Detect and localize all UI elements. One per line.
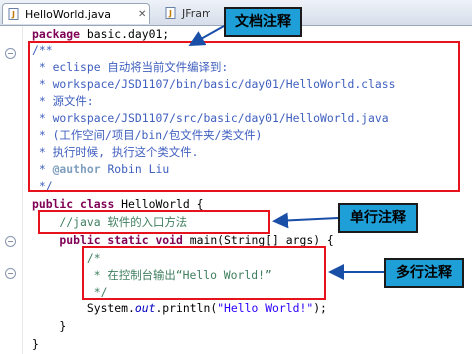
java-file-icon: J	[165, 7, 176, 19]
tab-helloworld-java[interactable]: J HelloWorld.java ✕	[2, 3, 150, 24]
single-line-highlight-box	[38, 210, 270, 234]
method-close-brace: }	[32, 319, 67, 333]
svg-text:J: J	[11, 10, 15, 19]
multi-line-comment-callout: 多行注释	[384, 258, 464, 288]
single-line-comment-callout: 单行注释	[338, 203, 418, 233]
class-close-brace: }	[32, 337, 39, 351]
tab-label: HelloWorld.java	[25, 8, 111, 21]
multi-line-highlight-box	[82, 246, 326, 300]
svg-text:J: J	[168, 9, 172, 18]
tab-jframehe[interactable]: J JFrameHe	[160, 3, 210, 24]
java-file-icon: J	[8, 8, 19, 20]
tab-label: JFrameHe	[182, 7, 210, 20]
package-line: package basic.day01;	[32, 27, 170, 41]
javadoc-highlight-box	[28, 41, 460, 192]
println-statement: System.out.println("Hello World!");	[32, 301, 327, 315]
close-icon[interactable]: ✕	[138, 4, 146, 24]
doc-comment-callout: 文档注释	[224, 7, 302, 37]
